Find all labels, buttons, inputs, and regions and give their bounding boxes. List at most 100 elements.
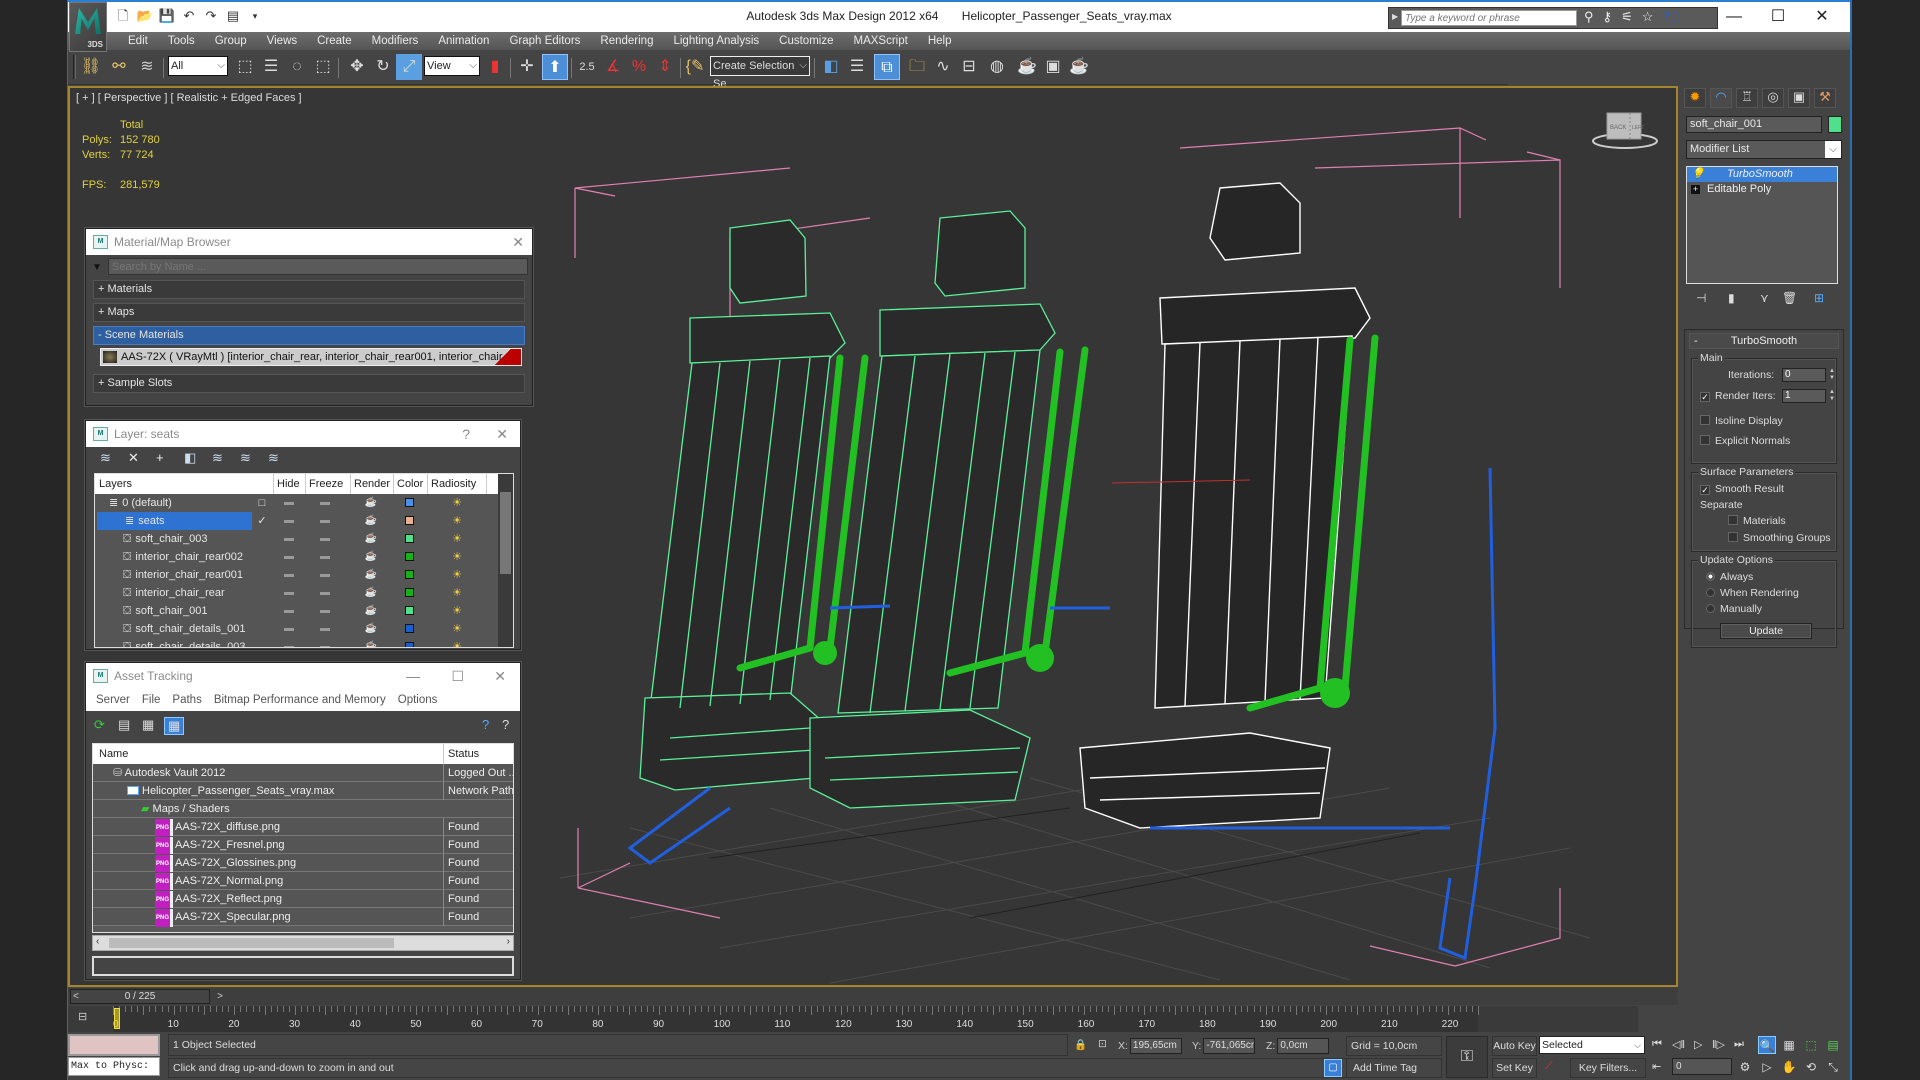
asset-menu-paths[interactable]: Paths — [166, 689, 207, 711]
expand-plus-icon[interactable]: + — [1691, 185, 1700, 194]
radio-when-rendering[interactable]: When Rendering — [1706, 587, 1799, 599]
select-and-move-icon[interactable]: ✥ — [344, 54, 370, 80]
menu-animation[interactable]: Animation — [428, 33, 499, 49]
scroll-left-icon[interactable]: ‹ — [96, 936, 99, 947]
motion-tab-icon[interactable]: ◎ — [1762, 88, 1784, 108]
make-unique-icon[interactable]: ⋎ — [1760, 291, 1769, 305]
current-layer-toggle[interactable]: □ — [255, 494, 269, 512]
render-teapot-icon[interactable]: ☕ — [353, 584, 389, 602]
x-coordinate-field[interactable]: 195,65cm — [1129, 1038, 1182, 1054]
freeze-toggle[interactable]: ▬ — [307, 620, 343, 638]
create-layer-icon[interactable]: ≋ — [100, 450, 111, 466]
menu-group[interactable]: Group — [205, 33, 257, 49]
menu-lighting-analysis[interactable]: Lighting Analysis — [663, 33, 769, 49]
radiosity-sun-icon[interactable]: ☀ — [429, 620, 485, 638]
named-selection-sets-dropdown[interactable]: Create Selection Se ⌵ — [710, 56, 810, 90]
edit-named-selection-icon[interactable]: {✎ — [682, 54, 708, 80]
hide-toggle[interactable]: ▬ — [275, 548, 303, 566]
curve-editor-icon[interactable]: ∿ — [930, 54, 956, 80]
key-filters-button[interactable]: Key Filters... — [1570, 1058, 1646, 1078]
asset-row[interactable]: PNG AAS-72X_Specular.png Found — [93, 908, 513, 927]
section-sample-slots[interactable]: + Sample Slots — [93, 374, 525, 393]
asset-row[interactable]: ⛁ Autodesk Vault 2012 Logged Out .. — [93, 764, 515, 782]
freeze-toggle[interactable]: ▬ — [307, 530, 343, 548]
favorites-star-icon[interactable]: ☆ — [1642, 9, 1654, 25]
select-by-name-icon[interactable]: ☰ — [258, 54, 284, 80]
stack-item-editable-poly[interactable]: + Editable Poly — [1687, 182, 1837, 197]
binoculars-icon[interactable]: ⚲ — [1584, 9, 1594, 25]
menu-tools[interactable]: Tools — [158, 33, 205, 49]
scene-explorer-icon[interactable]: 🗀 — [904, 54, 930, 80]
configure-modifier-sets-icon[interactable]: ⊞ — [1814, 291, 1824, 305]
goto-start-icon[interactable]: ⏮ — [1652, 1038, 1662, 1051]
mirror-icon[interactable]: ◧ — [818, 54, 844, 80]
layer-row[interactable]: ⛋ interior_chair_rear ▬ ▬ ☕ ☀ — [95, 584, 513, 602]
render-teapot-icon[interactable]: ☕ — [353, 494, 389, 512]
radiosity-sun-icon[interactable]: ☀ — [429, 494, 485, 512]
window-crossing-icon[interactable]: ⬚ — [310, 54, 336, 80]
freeze-toggle[interactable]: ▬ — [307, 566, 343, 584]
add-to-layer-icon[interactable]: + — [156, 450, 164, 465]
render-teapot-icon[interactable]: ☕ — [353, 566, 389, 584]
layer-row[interactable]: ⛋ interior_chair_rear002 ▬ ▬ ☕ ☀ — [95, 548, 513, 566]
asset-row[interactable]: PNG AAS-72X_Glossines.png Found — [93, 854, 513, 873]
maxscript-input[interactable]: Max to Physc: — [68, 1057, 160, 1076]
next-key-icon[interactable]: ‖▷ — [1712, 1038, 1725, 1051]
create-tab-icon[interactable]: ✹ — [1684, 88, 1706, 108]
schematic-view-icon[interactable]: ⊟ — [956, 54, 982, 80]
selection-lock-icon[interactable]: 🔒 — [1074, 1038, 1087, 1051]
close-icon[interactable]: ✕ — [494, 663, 506, 689]
layer-color-swatch[interactable] — [395, 530, 423, 549]
snaps-toggle-icon[interactable]: 2.5 — [574, 54, 600, 80]
z-coordinate-field[interactable]: 0,0cm — [1277, 1038, 1330, 1054]
menu-maxscript[interactable]: MAXScript — [843, 33, 917, 49]
freeze-toggle[interactable]: ▬ — [307, 638, 343, 647]
asset-row[interactable]: PNG AAS-72X_Normal.png Found — [93, 872, 513, 891]
render-teapot-icon[interactable]: ☕ — [353, 602, 389, 620]
time-slider[interactable]: < 0 / 225 > — [70, 989, 223, 1004]
render-teapot-icon[interactable]: ☕ — [353, 620, 389, 638]
close-button[interactable]: ✕ — [1800, 4, 1844, 30]
material-editor-icon[interactable]: ◍ — [984, 54, 1010, 80]
menu-graph-editors[interactable]: Graph Editors — [499, 33, 590, 49]
layer-row[interactable]: ≣ seats ✓ ▬ ▬ ☕ ☀ — [95, 512, 513, 530]
add-time-tag-button[interactable]: Add Time Tag — [1346, 1058, 1442, 1078]
menu-create[interactable]: Create — [307, 33, 362, 49]
tree-view-icon[interactable]: ▦ — [142, 717, 154, 733]
update-button[interactable]: Update — [1720, 623, 1812, 639]
close-icon[interactable]: ✕ — [496, 421, 508, 447]
render-iters-checkbox[interactable]: ✓ Render Iters: — [1700, 390, 1776, 402]
help-icon[interactable]: ? — [502, 717, 509, 732]
select-object-icon[interactable]: ⬚ — [232, 54, 258, 80]
viewcube[interactable]: BACK LEFT — [1590, 108, 1660, 153]
render-setup-icon[interactable]: ☕ — [1014, 54, 1040, 80]
help-button[interactable]: ? — [462, 421, 470, 447]
asset-row[interactable]: PNG AAS-72X_diffuse.png Found — [93, 818, 513, 837]
iterations-spinner-arrows[interactable]: ▲ ▼ — [1828, 368, 1836, 382]
delete-layer-icon[interactable]: ✕ — [128, 450, 139, 466]
layer-color-swatch[interactable] — [395, 548, 423, 567]
radiosity-sun-icon[interactable]: ☀ — [429, 548, 485, 566]
rollout-header[interactable]: - TurboSmooth — [1689, 333, 1839, 349]
mini-curve-editor-icon[interactable]: ⊟ — [78, 1010, 98, 1028]
zoom-all-icon[interactable]: ▦ — [1780, 1036, 1798, 1054]
freeze-toggle[interactable]: ▬ — [307, 494, 343, 512]
layer-row[interactable]: ≣ 0 (default) □ ▬ ▬ ☕ ☀ — [95, 494, 513, 512]
refresh-icon[interactable]: ⟳ — [94, 717, 105, 733]
hide-toggle[interactable]: ▬ — [275, 512, 303, 530]
satellite-icon[interactable]: ⚟ — [1621, 9, 1633, 25]
render-teapot-icon[interactable]: ☕ — [353, 530, 389, 548]
layer-color-swatch[interactable] — [395, 638, 423, 647]
menu-customize[interactable]: Customize — [769, 33, 843, 49]
menu-edit[interactable]: Edit — [118, 33, 158, 49]
object-color-swatch[interactable] — [1828, 116, 1842, 133]
render-teapot-icon[interactable]: ☕ — [353, 638, 389, 647]
layers-scrollbar[interactable] — [498, 474, 513, 647]
absolute-mode-icon[interactable]: ⊡ — [1098, 1038, 1107, 1050]
highlight-selected-layer-icon[interactable]: ≋ — [212, 450, 223, 466]
stack-item-turbosmooth[interactable]: 💡 TurboSmooth — [1687, 167, 1837, 182]
layer-row[interactable]: ⛋ soft_chair_001 ▬ ▬ ☕ ☀ — [95, 602, 513, 620]
hide-toggle[interactable]: ▬ — [275, 566, 303, 584]
bind-space-warp-icon[interactable]: ≋ — [134, 54, 160, 80]
keyboard-shortcut-override-icon[interactable]: ⬆ — [542, 54, 568, 80]
